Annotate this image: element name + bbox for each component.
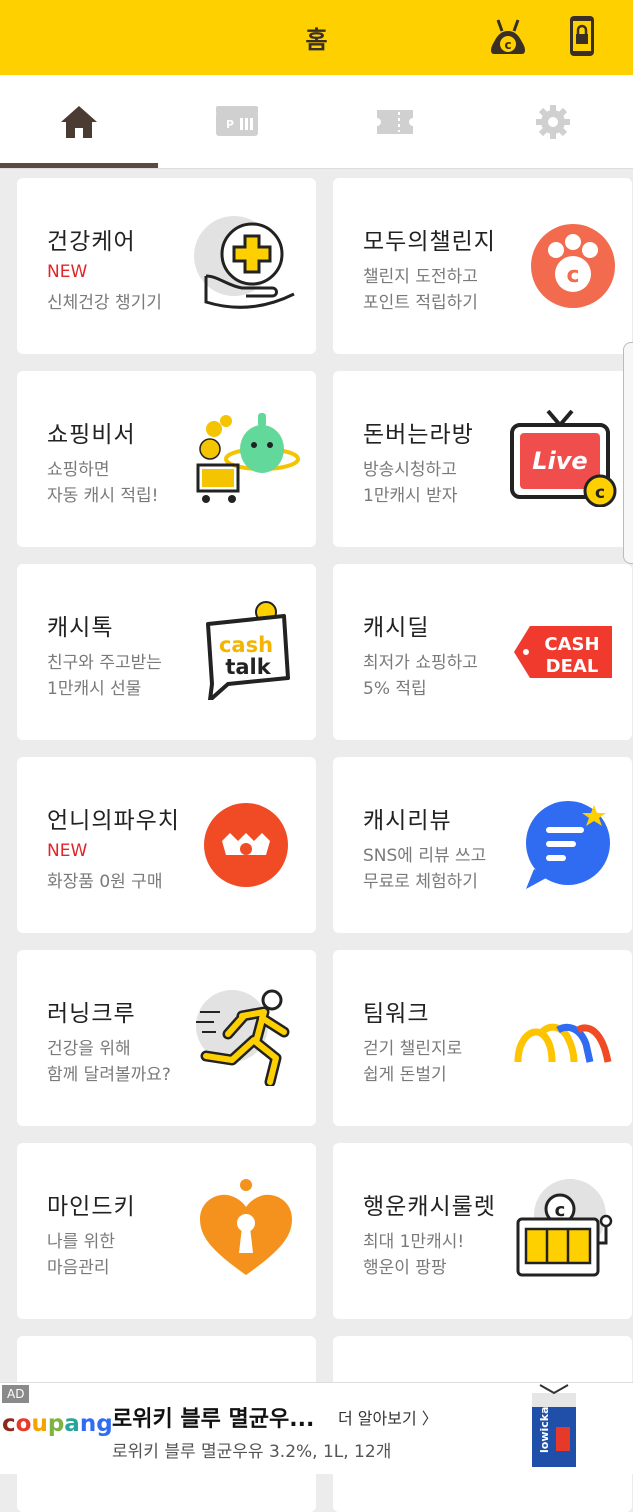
card-teamwork[interactable]: 팀워크 걷기 챌린지로 쉽게 돈벌기 [333, 950, 632, 1126]
ad-subline: 로위키 블루 멸균우유 3.2%, 1L, 12개 [112, 1442, 392, 1462]
card-desc: 화장품 0원 구매 [47, 872, 163, 892]
review-bubble-icon [526, 801, 610, 889]
card-money-live[interactable]: 돈버는라방 방송시청하고 1만캐시 받자 Live c [333, 371, 632, 547]
svg-text:lowicka: lowicka [538, 1406, 551, 1453]
page-title: 홈 [305, 26, 328, 54]
card-desc: 함께 달려볼까요? [47, 1065, 171, 1085]
card-desc: 나를 위한 [47, 1232, 115, 1252]
card-desc: 행운이 팡팡 [363, 1258, 447, 1278]
new-badge: NEW [47, 841, 88, 861]
card-title: 캐시톡 [47, 615, 114, 641]
card-title: 모두의챌린지 [363, 229, 496, 255]
top-app-bar: 홈 c [0, 0, 633, 75]
card-desc: 자동 캐시 적립! [47, 486, 159, 506]
card-desc: 신체건강 챙기기 [47, 293, 162, 313]
ticket-icon [377, 110, 413, 134]
card-desc: 최저가 쇼핑하고 [363, 653, 478, 673]
card-desc: 1만캐시 받자 [363, 486, 458, 506]
card-health-care[interactable]: 건강케어 NEW 신체건강 챙기기 [17, 178, 316, 354]
milk-carton-icon: lowicka [532, 1384, 576, 1467]
scrollbar-handle[interactable] [623, 342, 633, 564]
card-desc: 포인트 적립하기 [363, 293, 478, 313]
teamwork-arches-icon [514, 1023, 612, 1063]
card-title: 캐시리뷰 [363, 808, 452, 834]
card-desc: 쇼핑하면 [47, 460, 110, 480]
slot-machine-icon: c [516, 1179, 613, 1277]
paw-coin-icon: c [531, 224, 615, 308]
svg-text:cash: cash [219, 633, 273, 657]
card-title: 돈버는라방 [363, 422, 474, 448]
cash-talk-icon: cash talk [206, 601, 290, 700]
pouch-logo-icon [204, 803, 288, 887]
card-title: 건강케어 [47, 229, 136, 255]
card-title: 팀워크 [363, 1001, 430, 1027]
svg-text:c: c [595, 483, 605, 503]
tab-coupon-shop[interactable]: P [158, 75, 316, 169]
card-desc: 걷기 챌린지로 [363, 1039, 463, 1059]
card-running-crew[interactable]: 러닝크루 건강을 위해 함께 달려볼까요? [17, 950, 316, 1126]
card-desc: 1만캐시 선물 [47, 679, 142, 699]
card-desc: 5% 적립 [363, 679, 427, 699]
active-tab-indicator [0, 163, 158, 168]
new-badge: NEW [47, 262, 88, 282]
card-desc: 방송시청하고 [363, 460, 457, 480]
card-desc: 챌린지 도전하고 [363, 267, 478, 287]
phone-lock-icon[interactable] [560, 14, 604, 58]
ad-brand-logo: coupang [2, 1411, 113, 1437]
card-desc: 건강을 위해 [47, 1039, 131, 1059]
tab-settings[interactable] [474, 75, 632, 169]
card-desc: 무료로 체험하기 [363, 872, 478, 892]
card-title: 캐시딜 [363, 615, 430, 641]
svg-text:DEAL: DEAL [546, 656, 599, 677]
card-cash-deal[interactable]: 캐시딜 최저가 쇼핑하고 5% 적립 CASH DEAL [333, 564, 632, 740]
ad-learn-more-link[interactable]: 더 알아보기 〉 [338, 1405, 438, 1429]
tab-bar: P [0, 75, 633, 169]
tab-ticket[interactable] [316, 75, 474, 169]
card-mind-key[interactable]: 마인드키 나를 위한 마음관리 [17, 1143, 316, 1319]
card-title: 언니의파우치 [47, 808, 180, 834]
shopping-cart-character-icon [196, 413, 300, 503]
card-shopping-assistant[interactable]: 쇼핑비서 쇼핑하면 자동 캐시 적립! [17, 371, 316, 547]
heart-keyhole-icon [200, 1179, 292, 1275]
svg-text:talk: talk [225, 655, 271, 679]
card-title: 마인드키 [47, 1194, 136, 1220]
card-lucky-roulette[interactable]: 행운캐시룰렛 최대 1만캐시! 행운이 팡팡 c [333, 1143, 632, 1319]
card-desc: 쉽게 돈벌기 [363, 1065, 447, 1085]
cash-deal-tag-icon: CASH DEAL [514, 626, 612, 678]
card-title: 러닝크루 [47, 1001, 136, 1027]
svg-text:P: P [226, 118, 234, 131]
live-tv-icon: Live c [510, 409, 617, 507]
ad-banner[interactable]: AD coupang 로위키 블루 멸균우... 더 알아보기 〉 로위키 블루… [0, 1382, 633, 1474]
card-sister-pouch[interactable]: 언니의파우치 NEW 화장품 0원 구매 [17, 757, 316, 933]
card-everyone-challenge[interactable]: 모두의챌린지 챌린지 도전하고 포인트 적립하기 c [333, 178, 632, 354]
card-cash-talk[interactable]: 캐시톡 친구와 주고받는 1만캐시 선물 cash talk [17, 564, 316, 740]
svg-text:CASH: CASH [544, 634, 599, 655]
tab-home[interactable] [0, 75, 158, 169]
coupon-shop-icon: P [216, 106, 258, 136]
ad-headline: 로위키 블루 멸균우... [112, 1407, 315, 1432]
card-desc: SNS에 리뷰 쓰고 [363, 846, 487, 866]
svg-text:c: c [566, 263, 579, 288]
card-desc: 마음관리 [47, 1258, 110, 1278]
card-title: 쇼핑비서 [47, 422, 136, 448]
cash-bag-icon[interactable]: c [486, 14, 530, 58]
home-icon [61, 106, 97, 138]
health-plus-hand-icon [194, 216, 295, 309]
card-title: 행운캐시룰렛 [363, 1194, 496, 1220]
gear-icon [536, 105, 570, 139]
svg-text:Live: Live [532, 447, 587, 475]
card-cash-review[interactable]: 캐시리뷰 SNS에 리뷰 쓰고 무료로 체험하기 [333, 757, 632, 933]
ad-label: AD [2, 1385, 30, 1403]
svg-text:c: c [504, 38, 511, 52]
runner-icon [196, 989, 290, 1086]
card-desc: 친구와 주고받는 [47, 653, 162, 673]
card-desc: 최대 1만캐시! [363, 1232, 465, 1252]
